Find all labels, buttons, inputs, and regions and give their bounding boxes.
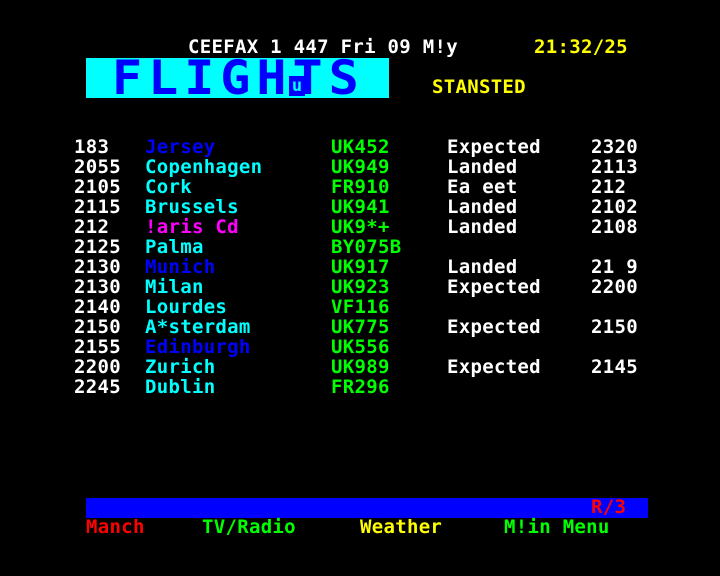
destination: Munich xyxy=(145,256,216,278)
flight-time: 2105 xyxy=(74,176,121,198)
fastext-cyan-link[interactable]: M!in Menu xyxy=(504,517,610,537)
destination: Zurich xyxy=(145,356,216,378)
status-time: 2113 xyxy=(591,156,638,178)
fastext-green-link[interactable]: TV/Radio xyxy=(202,517,296,537)
flight-status: Landed xyxy=(447,216,518,238)
flight-number: BY075B xyxy=(331,236,402,258)
flight-time: 2140 xyxy=(74,296,121,318)
flight-time: 183 xyxy=(74,136,110,158)
flight-time: 212 xyxy=(74,216,110,238)
flight-number: UK989 xyxy=(331,356,390,378)
status-time: 21 9 xyxy=(591,256,638,278)
flights-title: FLIGHTS xyxy=(112,50,365,106)
destination: !aris Cd xyxy=(145,216,239,238)
status-time: 2102 xyxy=(591,196,638,218)
status-time: 2145 xyxy=(591,356,638,378)
flight-status: Ea eet xyxy=(447,176,518,198)
flight-number: UK775 xyxy=(331,316,390,338)
page-indicator: R/3 xyxy=(591,496,627,518)
flight-status: Landed xyxy=(447,156,518,178)
flight-number: FR296 xyxy=(331,376,390,398)
flight-number: UK452 xyxy=(331,136,390,158)
flight-number: UK941 xyxy=(331,196,390,218)
flight-time: 2155 xyxy=(74,336,121,358)
flights-banner: FLIGHTS u xyxy=(86,50,389,106)
destination: Brussels xyxy=(145,196,239,218)
fastext-red-link[interactable]: Manch xyxy=(86,517,145,537)
flight-status: Landed xyxy=(447,196,518,218)
flight-status: Landed xyxy=(447,256,518,278)
flight-status: Expected xyxy=(447,316,541,338)
banner-sub-glyph: u xyxy=(289,76,305,96)
flight-status: Expected xyxy=(447,136,541,158)
status-time: 212 xyxy=(591,176,627,198)
flight-time: 2115 xyxy=(74,196,121,218)
flight-number: UK923 xyxy=(331,276,390,298)
flight-status: Expected xyxy=(447,276,541,298)
flight-time: 2150 xyxy=(74,316,121,338)
flight-number: UK556 xyxy=(331,336,390,358)
destination: Palma xyxy=(145,236,204,258)
destination: A*sterdam xyxy=(145,316,251,338)
flight-number: UK9*+ xyxy=(331,216,390,238)
flight-status: Expected xyxy=(447,356,541,378)
destination: Edinburgh xyxy=(145,336,251,358)
navigation-bar xyxy=(86,498,648,518)
destination: Milan xyxy=(145,276,204,298)
flight-time: 2130 xyxy=(74,256,121,278)
flight-time: 2245 xyxy=(74,376,121,398)
status-time: 2200 xyxy=(591,276,638,298)
destination: Cork xyxy=(145,176,192,198)
status-time: 2320 xyxy=(591,136,638,158)
flight-time: 2125 xyxy=(74,236,121,258)
flight-time: 2055 xyxy=(74,156,121,178)
flight-time: 2200 xyxy=(74,356,121,378)
fastext-yellow-link[interactable]: Weather xyxy=(360,517,442,537)
flight-number: VF116 xyxy=(331,296,390,318)
status-time: 2150 xyxy=(591,316,638,338)
flight-number: FR910 xyxy=(331,176,390,198)
destination: Lourdes xyxy=(145,296,228,318)
flight-number: UK917 xyxy=(331,256,390,278)
clock: 21:32/25 xyxy=(534,36,628,58)
destination: Jersey xyxy=(145,136,216,158)
status-time: 2108 xyxy=(591,216,638,238)
destination: Copenhagen xyxy=(145,156,263,178)
flight-number: UK949 xyxy=(331,156,390,178)
destination: Dublin xyxy=(145,376,216,398)
flight-time: 2130 xyxy=(74,276,121,298)
airport-name: STANSTED xyxy=(432,76,526,98)
